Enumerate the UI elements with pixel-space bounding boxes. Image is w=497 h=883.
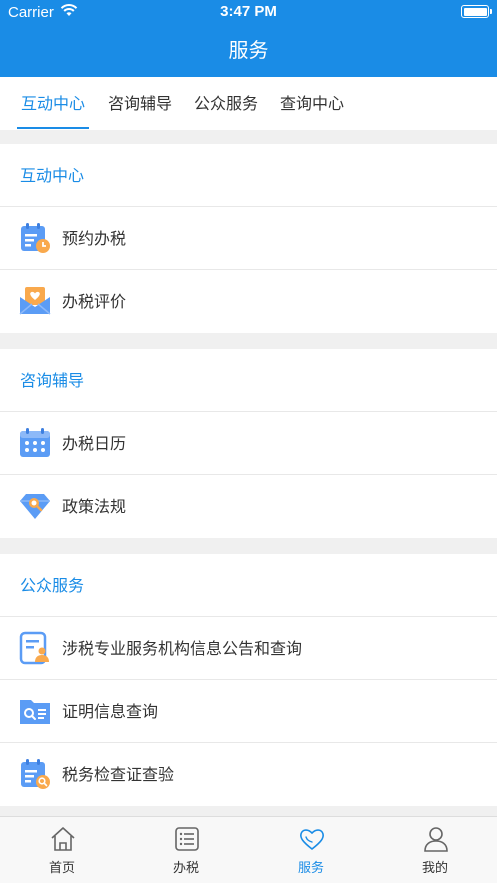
section-consulting: 咨询辅导 办税日历 政策法规 bbox=[0, 349, 497, 538]
bottom-tab-service[interactable]: 服务 bbox=[249, 817, 373, 883]
nav-bar: 服务 bbox=[0, 26, 497, 77]
tab-label: 首页 bbox=[48, 861, 75, 876]
bottom-tab-tax[interactable]: 办税 bbox=[124, 817, 248, 883]
section-title: 咨询辅导 bbox=[0, 349, 497, 412]
diamond-search-icon bbox=[20, 494, 50, 519]
battery-icon bbox=[461, 5, 489, 18]
section-public-service: 公众服务 涉税专业服务机构信息公告和查询 证明信息查询 税务检查证查验 bbox=[0, 554, 497, 806]
calendar-clock-icon bbox=[21, 223, 50, 253]
list-item-agency-announcement[interactable]: 涉税专业服务机构信息公告和查询 bbox=[0, 617, 497, 680]
list-icon bbox=[175, 827, 199, 851]
tab-public-service[interactable]: 公众服务 bbox=[190, 77, 262, 130]
section-title: 公众服务 bbox=[0, 554, 497, 617]
item-label: 政策法规 bbox=[62, 497, 127, 516]
list-item-appointment[interactable]: 预约办税 bbox=[0, 207, 497, 270]
bottom-tab-mine[interactable]: 我的 bbox=[373, 817, 497, 883]
tab-label: 服务 bbox=[297, 861, 324, 876]
tab-label: 办税 bbox=[172, 861, 199, 876]
bottom-tab-bar: 首页 办税 服务 我的 bbox=[0, 816, 497, 883]
person-icon bbox=[424, 827, 448, 852]
list-item-tax-calendar[interactable]: 办税日历 bbox=[0, 412, 497, 475]
heart-icon bbox=[300, 829, 324, 851]
item-label: 办税日历 bbox=[62, 434, 127, 453]
section-title: 互动中心 bbox=[0, 144, 497, 207]
item-label: 证明信息查询 bbox=[62, 702, 159, 721]
tab-consulting[interactable]: 咨询辅导 bbox=[104, 77, 176, 130]
item-label: 税务检查证查验 bbox=[62, 765, 175, 784]
active-tab-indicator bbox=[17, 127, 89, 129]
battery-tip bbox=[490, 9, 492, 14]
category-tabs: 互动中心 咨询辅导 公众服务 查询中心 bbox=[0, 77, 497, 130]
item-label: 涉税专业服务机构信息公告和查询 bbox=[62, 639, 303, 658]
tab-interaction-center[interactable]: 互动中心 bbox=[17, 77, 89, 130]
item-label: 办税评价 bbox=[62, 292, 127, 311]
home-icon bbox=[51, 827, 75, 851]
bottom-tab-home[interactable]: 首页 bbox=[0, 817, 124, 883]
section-interaction-center: 互动中心 预约办税 办税评价 bbox=[0, 144, 497, 333]
page-title: 服务 bbox=[228, 38, 269, 62]
document-person-icon bbox=[19, 631, 49, 665]
folder-search-icon bbox=[20, 700, 50, 724]
list-item-policies[interactable]: 政策法规 bbox=[0, 475, 497, 538]
list-item-certificate-query[interactable]: 证明信息查询 bbox=[0, 680, 497, 743]
heart-envelope-icon bbox=[19, 287, 51, 315]
item-label: 预约办税 bbox=[62, 229, 127, 248]
calendar-search-icon bbox=[21, 759, 50, 789]
tab-label: 我的 bbox=[421, 861, 448, 876]
list-item-inspection-verify[interactable]: 税务检查证查验 bbox=[0, 743, 497, 806]
calendar-grid-icon bbox=[20, 428, 50, 457]
status-time: 3:47 PM bbox=[220, 3, 277, 20]
status-bar: Carrier 3:47 PM bbox=[0, 0, 497, 26]
list-item-evaluation[interactable]: 办税评价 bbox=[0, 270, 497, 333]
tab-query-center[interactable]: 查询中心 bbox=[276, 77, 348, 130]
